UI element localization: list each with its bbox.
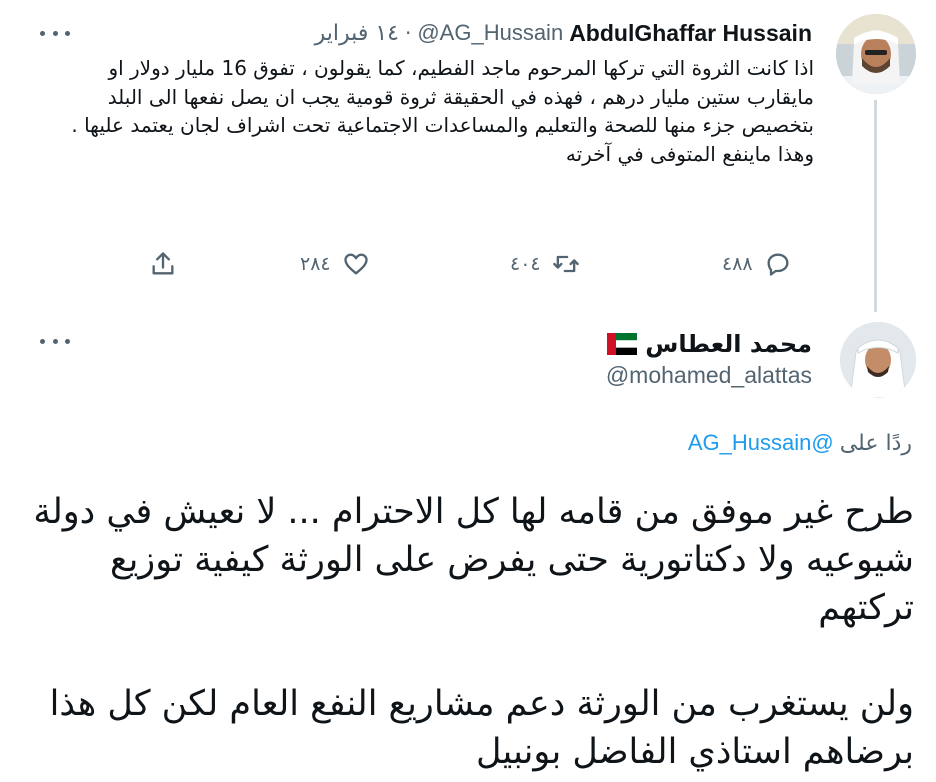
reply-count: ٤٨٨ [722,253,753,275]
separator: · [404,21,412,45]
retweet-button[interactable]: ٤٠٤ [510,246,581,282]
like-button[interactable]: ٢٨٤ [300,246,371,282]
replying-to: ردًا على @AG_Hussain [688,430,912,456]
share-button[interactable] [148,246,178,282]
tweet-text: اذا كانت الثروة التي تركها المرحوم ماجد … [65,56,814,166]
reply-paragraph: ولن يستغرب من الورثة دعم مشاريع النفع ال… [49,684,914,772]
reply-button[interactable]: ٤٨٨ [722,246,793,282]
reply-icon [763,249,793,279]
reply-author-avatar[interactable] [840,322,916,398]
more-icon[interactable] [40,335,70,347]
retweet-count: ٤٠٤ [510,253,541,275]
reply-text: طرح غير موفق من قامه لها كل الاحترام ...… [14,488,914,776]
retweet-icon [551,249,581,279]
tweet-date[interactable]: ١٤ فبراير [315,21,399,46]
author-avatar[interactable] [836,14,916,94]
author-name[interactable]: AbdulGhaffar Hussain [569,20,812,47]
replying-to-label: ردًا على [839,431,912,456]
share-icon [148,249,178,279]
tweet-header: AbdulGhaffar Hussain @AG_Hussain · ١٤ فب… [315,18,812,48]
like-icon [341,249,371,279]
like-count: ٢٨٤ [300,253,331,275]
author-handle[interactable]: @AG_Hussain [417,20,563,46]
reply-author-name[interactable]: محمد العطاس [645,330,812,358]
reply-header: محمد العطاس [607,330,812,358]
uae-flag-icon [607,333,638,355]
replying-to-handle-link[interactable]: @AG_Hussain [688,430,834,456]
reply-author-handle[interactable]: @mohamed_alattas [606,362,812,389]
thread-connector-line [874,100,877,312]
original-tweet[interactable]: AbdulGhaffar Hussain @AG_Hussain · ١٤ فب… [0,0,936,312]
reply-paragraph: طرح غير موفق من قامه لها كل الاحترام ...… [33,492,914,628]
more-icon[interactable] [40,27,70,39]
